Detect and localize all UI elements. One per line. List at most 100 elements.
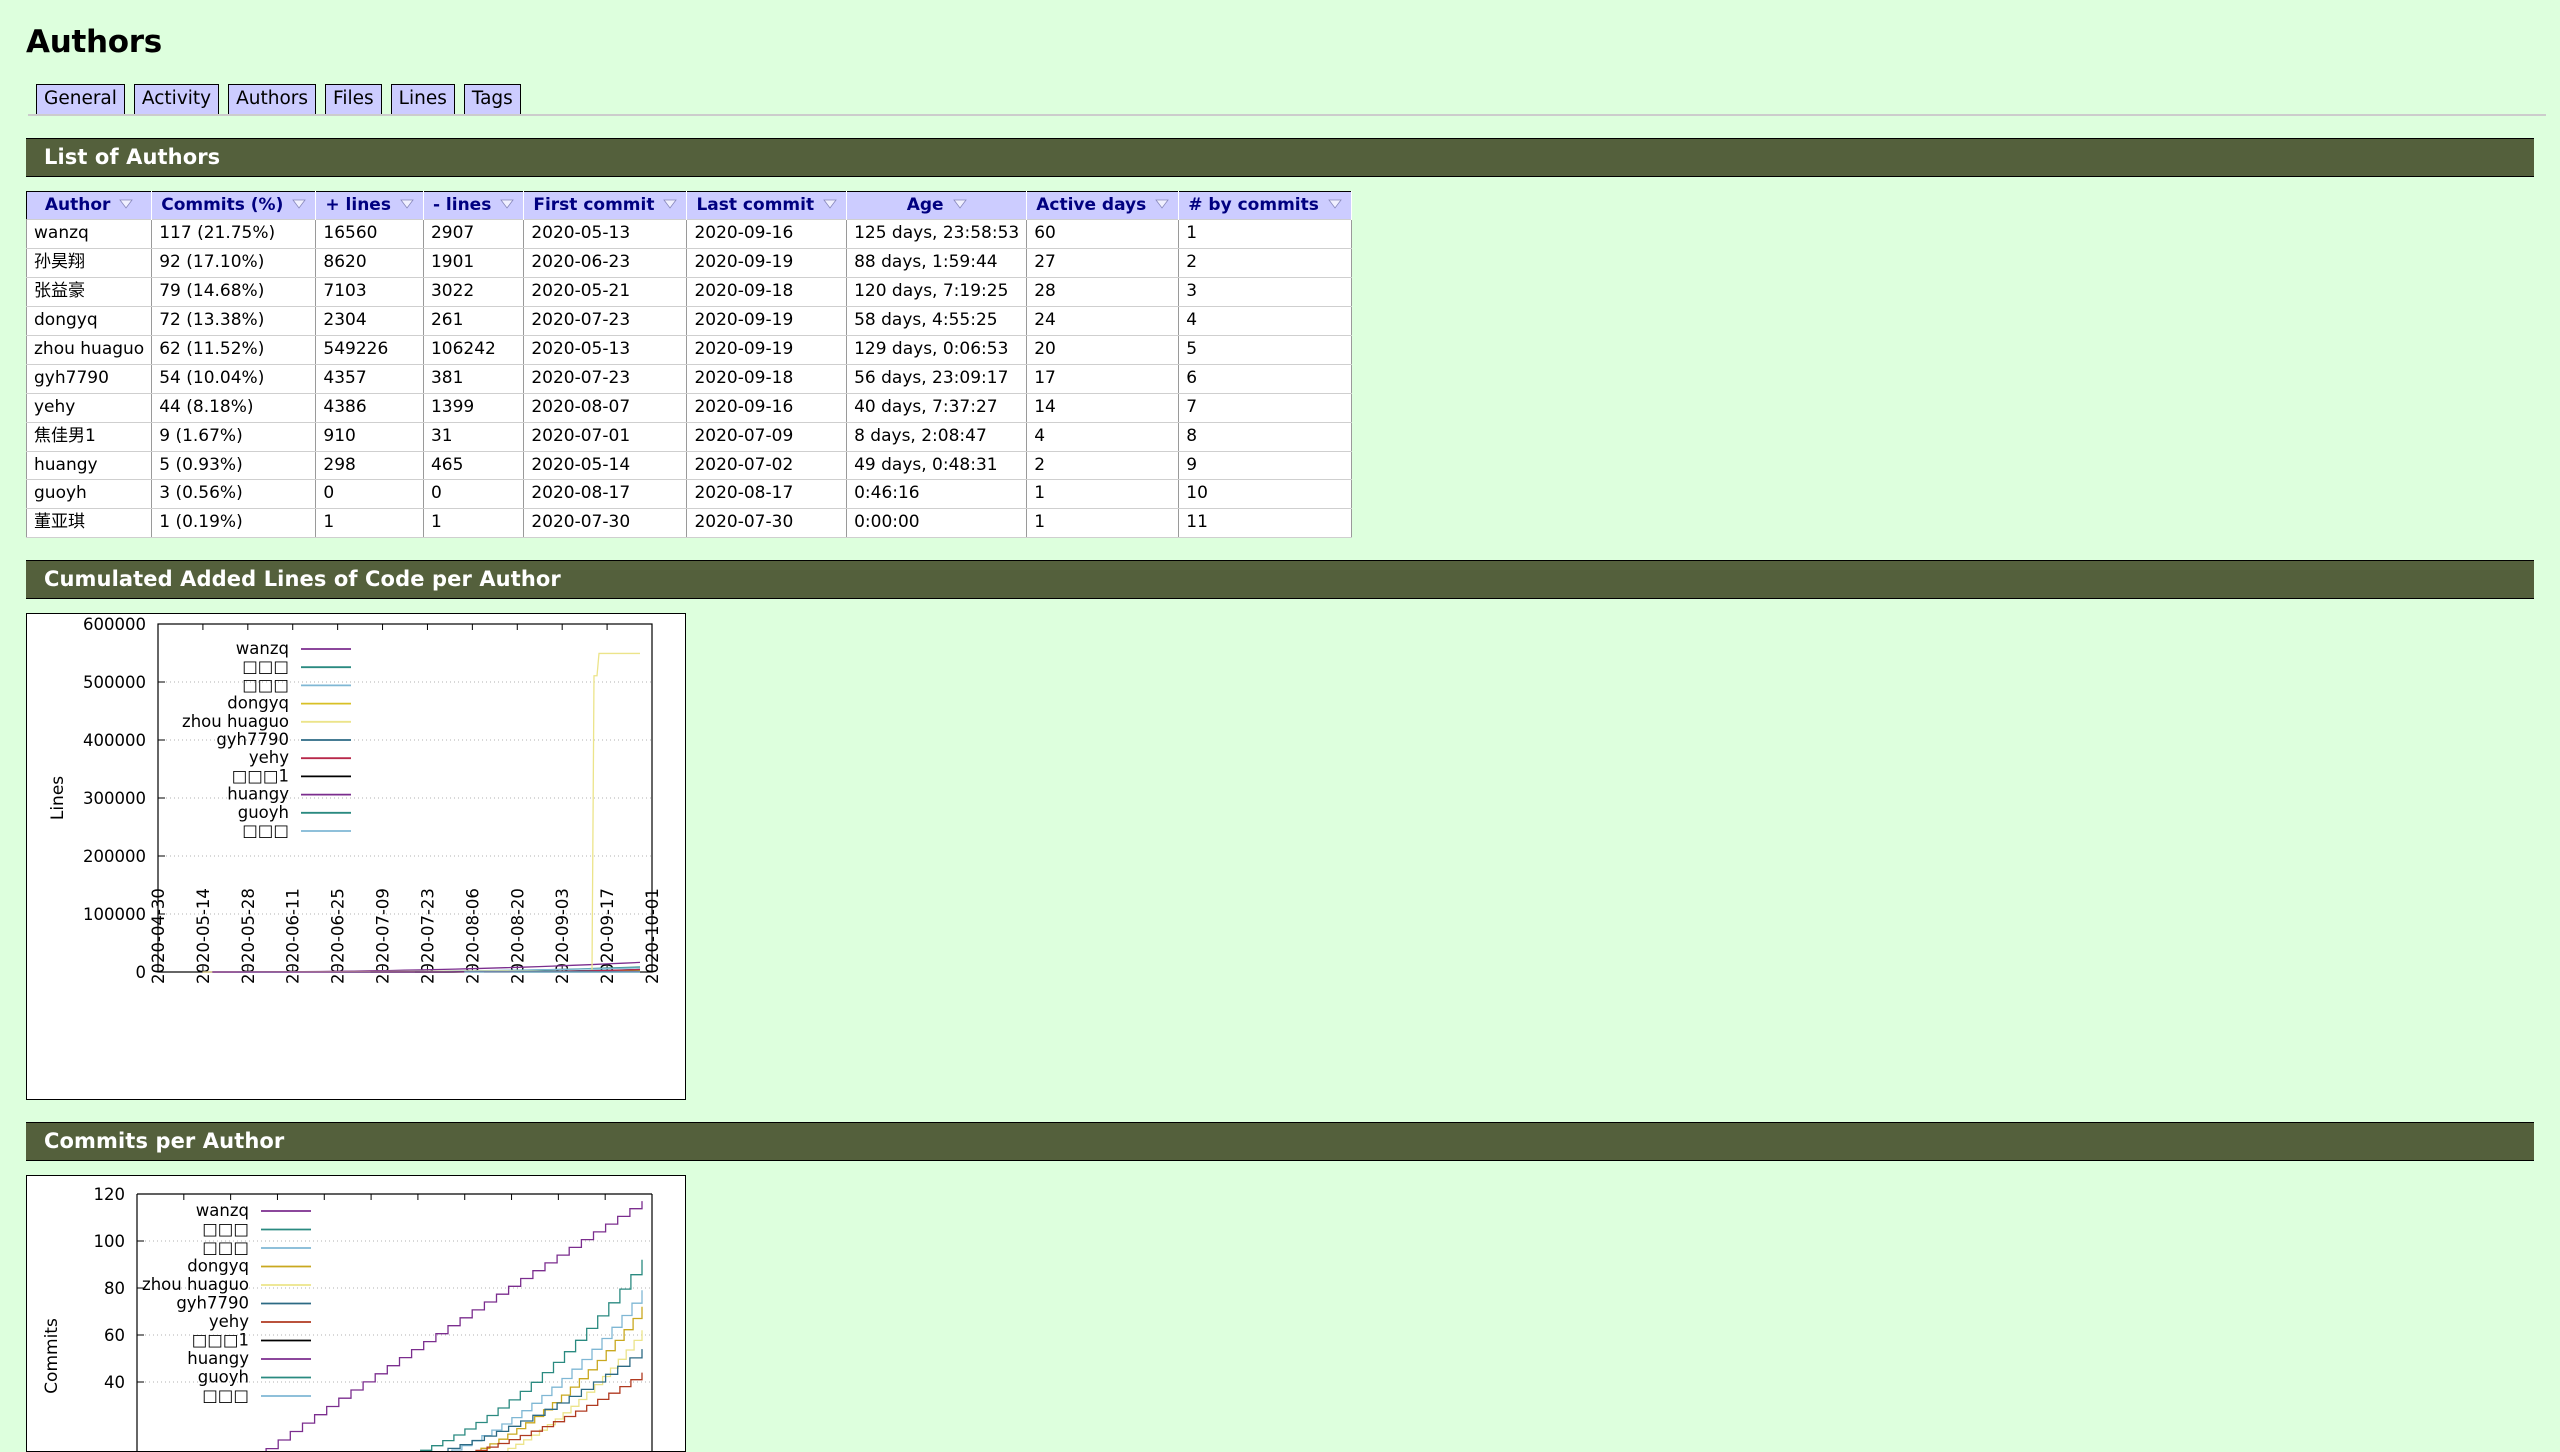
table-cell: 56 days, 23:09:17 [847,364,1027,393]
table-row: zhou huaguo62 (11.52%)5492261062422020-0… [27,335,1352,364]
table-cell: 5 [1179,335,1352,364]
table-cell: 6 [1179,364,1352,393]
table-cell: 1 [1179,220,1352,249]
table-cell: 2020-09-19 [687,248,847,277]
table-cell: 7 [1179,393,1352,422]
table-cell: 3 [1179,277,1352,306]
column-header-by-commits[interactable]: # by commits [1179,192,1352,220]
author-name-cell: gyh7790 [27,364,152,393]
table-cell: 54 (10.04%) [152,364,316,393]
legend-label: guoyh [238,803,289,822]
legend-label: □□□ [202,1386,249,1405]
column-header-commits[interactable]: Commits (%) [152,192,316,220]
chart-commits-per-author: 406080100120Commitswanzq□□□□□□dongyqzhou… [26,1175,686,1452]
authors-table: AuthorCommits (%)+ lines - lines First com… [26,191,1352,538]
table-cell: 24 [1027,306,1179,335]
x-tick-label: 2020-05-14 [194,888,213,984]
table-cell: 120 days, 7:19:25 [847,277,1027,306]
tab-authors[interactable]: Authors [228,84,316,115]
table-cell: 2020-09-16 [687,393,847,422]
column-header-first-commit[interactable]: First commit [524,192,687,220]
chart-cumulated-lines: 0100000200000300000400000500000600000202… [26,613,686,1100]
table-cell: 27 [1027,248,1179,277]
column-header-last-commit[interactable]: Last commit [687,192,847,220]
table-cell: 72 (13.38%) [152,306,316,335]
column-header-label: First commit [533,195,654,215]
y-tick-label: 500000 [83,673,146,692]
table-cell: 129 days, 0:06:53 [847,335,1027,364]
y-tick-label: 200000 [83,847,146,866]
author-name-cell: 焦佳男1 [27,422,152,451]
table-cell: 0 [423,480,523,509]
legend-label: yehy [209,1312,249,1331]
table-row: wanzq117 (21.75%)1656029072020-05-132020… [27,220,1352,249]
table-cell: 58 days, 4:55:25 [847,306,1027,335]
column-header-lines[interactable]: - lines [423,192,523,220]
table-row: 焦佳男19 (1.67%)910312020-07-012020-07-098 … [27,422,1352,451]
column-header-label: - lines [433,195,491,215]
legend-label: □□□ [242,658,289,677]
column-header-age[interactable]: Age [847,192,1027,220]
tab-tags[interactable]: Tags [464,84,521,115]
section-header-cumulated-lines: Cumulated Added Lines of Code per Author [26,560,2534,599]
authors-table-head: AuthorCommits (%)+ lines - lines First com… [27,192,1352,220]
page-root: Authors General Activity Authors Files L… [0,0,2560,1452]
legend-label: guoyh [198,1368,249,1387]
table-cell: 0:00:00 [847,509,1027,538]
tab-item: Authors [228,84,316,115]
table-cell: 79 (14.68%) [152,277,316,306]
sort-arrow-icon [119,199,133,210]
legend-label: □□□1 [232,767,289,786]
table-cell: 7103 [316,277,424,306]
table-cell: 49 days, 0:48:31 [847,451,1027,480]
y-tick-label: 100000 [83,905,146,924]
sort-arrow-icon [953,199,967,210]
y-tick-label: 40 [104,1373,125,1392]
table-cell: 2020-08-17 [687,480,847,509]
x-tick-label: 2020-06-11 [284,888,303,984]
table-cell: 2 [1179,248,1352,277]
table-cell: 2020-07-09 [687,422,847,451]
legend-label: dongyq [187,1257,249,1276]
table-cell: 125 days, 23:58:53 [847,220,1027,249]
table-cell: 381 [423,364,523,393]
sort-arrow-icon [292,199,306,210]
column-header-label: Active days [1036,195,1146,215]
table-cell: 1 [1027,509,1179,538]
column-header-lines[interactable]: + lines [316,192,424,220]
table-cell: 2020-09-18 [687,364,847,393]
table-cell: 1399 [423,393,523,422]
y-tick-label: 600000 [83,615,146,634]
authors-table-body: wanzq117 (21.75%)1656029072020-05-132020… [27,220,1352,538]
tab-general[interactable]: General [36,84,125,115]
legend-label: huangy [187,1349,249,1368]
author-name-cell: huangy [27,451,152,480]
legend-label: wanzq [196,1201,249,1220]
x-tick-label: 2020-06-25 [329,888,348,984]
table-row: dongyq72 (13.38%)23042612020-07-232020-0… [27,306,1352,335]
table-cell: 1 [1027,480,1179,509]
tab-files[interactable]: Files [325,84,382,115]
y-tick-label: 60 [104,1326,125,1345]
column-header-author[interactable]: Author [27,192,152,220]
table-cell: 0:46:16 [847,480,1027,509]
table-cell: 2020-07-23 [524,306,687,335]
table-cell: 2 [1027,451,1179,480]
x-tick-label: 2020-08-06 [463,888,482,984]
table-cell: 2020-05-13 [524,335,687,364]
table-row: 孙昊翔92 (17.10%)862019012020-06-232020-09-… [27,248,1352,277]
table-cell: 3 (0.56%) [152,480,316,509]
page-title: Authors [26,24,2546,60]
table-row: 张益豪79 (14.68%)710330222020-05-212020-09-… [27,277,1352,306]
y-tick-label: 80 [104,1279,125,1298]
table-cell: 2020-05-21 [524,277,687,306]
tab-item: Activity [134,84,219,115]
legend-label: dongyq [227,694,289,713]
column-header-active-days[interactable]: Active days [1027,192,1179,220]
tab-lines[interactable]: Lines [391,84,455,115]
tab-activity[interactable]: Activity [134,84,219,115]
legend-label: huangy [227,785,289,804]
table-cell: 17 [1027,364,1179,393]
table-cell: 14 [1027,393,1179,422]
table-cell: 298 [316,451,424,480]
